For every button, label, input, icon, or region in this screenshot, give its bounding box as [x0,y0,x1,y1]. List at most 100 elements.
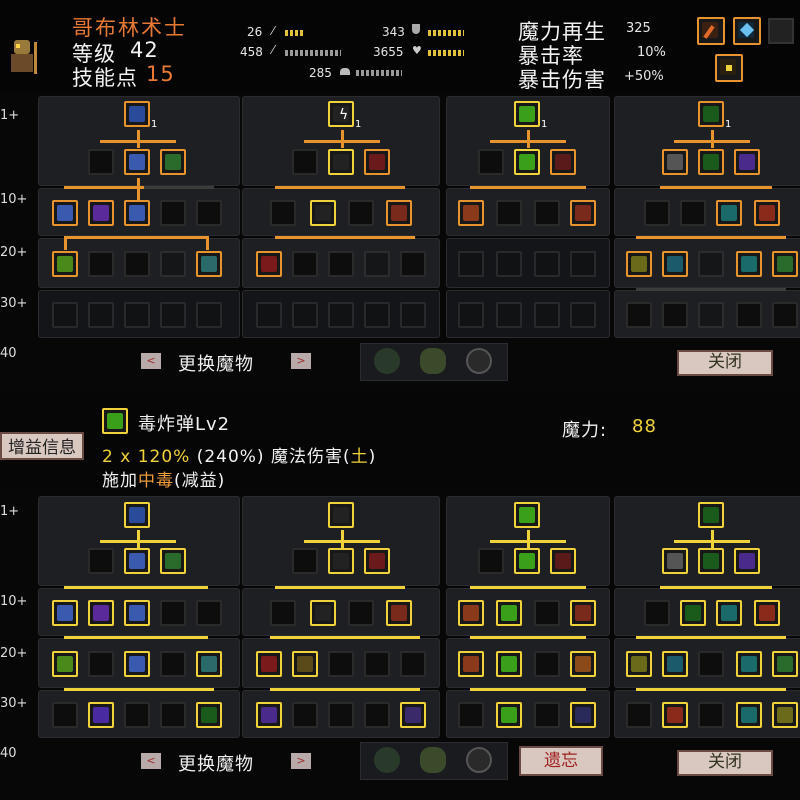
skill-node[interactable] [256,702,282,728]
skill-node[interactable] [310,200,336,226]
skill-node[interactable] [772,251,798,277]
skill-node[interactable] [772,651,798,677]
forget-button[interactable]: 遗忘 [519,746,603,776]
skill-node[interactable] [514,149,540,175]
skill-node-locked[interactable] [328,302,354,328]
equip-slot-empty[interactable] [768,18,794,44]
skill-node-locked[interactable] [626,702,652,728]
buff-info-tab[interactable]: 增益信息 [0,432,84,460]
skill-node-locked[interactable] [88,548,114,574]
skill-node-locked[interactable] [478,548,504,574]
skill-node[interactable] [698,149,724,175]
skill-node[interactable] [124,149,150,175]
skill-node-locked[interactable] [364,702,390,728]
skill-node-locked[interactable] [124,702,150,728]
poison-bomb-node-selected[interactable] [514,548,540,574]
skill-node[interactable] [292,651,318,677]
skill-node[interactable] [570,651,596,677]
skill-node-locked[interactable] [496,200,522,226]
skill-node-locked[interactable] [348,200,374,226]
skill-node-locked[interactable] [348,600,374,626]
skill-node-locked[interactable] [458,251,484,277]
skill-node-locked[interactable] [400,302,426,328]
skill-node-locked[interactable] [534,702,560,728]
skill-node[interactable] [754,200,780,226]
skill-node-locked[interactable] [364,651,390,677]
skill-node[interactable] [458,651,484,677]
monster-tab-2-icon[interactable] [420,747,446,773]
skill-node-locked[interactable] [292,302,318,328]
monster-tab-2-icon[interactable] [420,348,446,374]
skill-node[interactable] [626,651,652,677]
prev-monster-button[interactable]: < [141,353,161,369]
skill-node[interactable] [662,548,688,574]
skill-node[interactable] [124,548,150,574]
skill-node-locked[interactable] [292,149,318,175]
skill-node[interactable] [364,149,390,175]
skill-node-locked[interactable] [680,200,706,226]
skill-node[interactable] [736,251,762,277]
equip-slot-rune[interactable] [715,54,743,82]
skill-node-locked[interactable] [772,302,798,328]
skill-node[interactable] [386,200,412,226]
skill-node[interactable] [662,702,688,728]
monster-tab-1-icon[interactable] [374,747,400,773]
skill-node[interactable] [88,600,114,626]
skill-node[interactable] [256,651,282,677]
skill-node-locked[interactable] [124,251,150,277]
skill-node-locked[interactable] [328,651,354,677]
skill-node-locked[interactable] [292,548,318,574]
skill-node[interactable] [52,600,78,626]
equip-slot-weapon[interactable] [697,17,725,45]
skill-node[interactable] [680,600,706,626]
skill-node-locked[interactable] [364,251,390,277]
skill-node-locked[interactable] [160,651,186,677]
skill-node-locked[interactable] [626,302,652,328]
skill-node-locked[interactable] [292,702,318,728]
skill-node-locked[interactable] [662,302,688,328]
skill-node-locked[interactable] [458,702,484,728]
skill-node[interactable] [736,651,762,677]
skill-node[interactable] [310,600,336,626]
skill-node-locked[interactable] [292,251,318,277]
skill-node[interactable] [734,149,760,175]
skill-node-locked[interactable] [196,200,222,226]
skill-node[interactable] [124,200,150,226]
skill-node-locked[interactable] [88,149,114,175]
equip-slot-accessory[interactable] [733,17,761,45]
skill-node-locked[interactable] [400,651,426,677]
skill-node[interactable] [716,600,742,626]
skill-node-locked[interactable] [534,651,560,677]
skill-node-locked[interactable] [698,251,724,277]
skill-node-locked[interactable] [88,651,114,677]
skill-node[interactable] [88,702,114,728]
skill-node[interactable] [754,600,780,626]
next-monster-button[interactable]: > [291,353,311,369]
skill-node[interactable] [698,548,724,574]
next-monster-button[interactable]: > [291,753,311,769]
skill-node-locked[interactable] [160,600,186,626]
skill-node[interactable] [716,200,742,226]
skill-node-locked[interactable] [270,600,296,626]
monster-tab-3-icon[interactable] [466,747,492,773]
skill-node[interactable] [196,251,222,277]
skill-node[interactable] [328,548,354,574]
skill-node[interactable] [160,548,186,574]
close-button[interactable]: 关闭 [677,750,773,776]
skill-node-locked[interactable] [534,600,560,626]
skill-node[interactable] [514,101,540,127]
skill-node-locked[interactable] [644,200,670,226]
skill-node[interactable] [400,702,426,728]
skill-node-locked[interactable] [270,200,296,226]
skill-node[interactable] [160,149,186,175]
skill-node[interactable] [88,200,114,226]
skill-node-locked[interactable] [496,251,522,277]
skill-node[interactable] [496,651,522,677]
skill-node-locked[interactable] [534,302,560,328]
skill-node-locked[interactable] [196,600,222,626]
skill-node[interactable] [698,101,724,127]
skill-node[interactable] [550,149,576,175]
skill-node-locked[interactable] [570,302,596,328]
skill-node-locked[interactable] [88,302,114,328]
prev-monster-button[interactable]: < [141,753,161,769]
